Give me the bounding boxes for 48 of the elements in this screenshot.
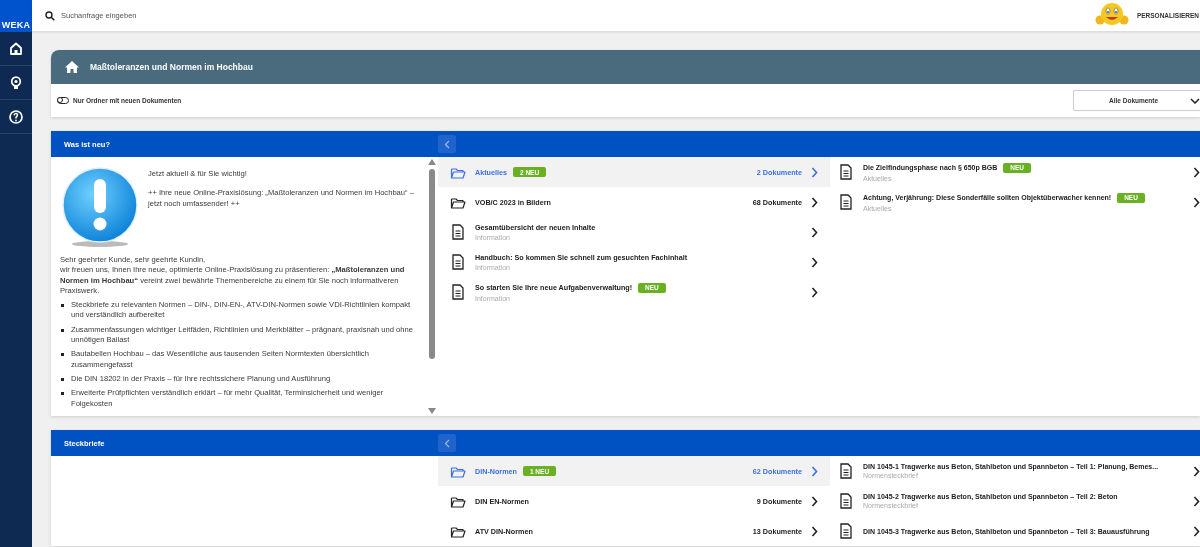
document-icon xyxy=(838,463,854,479)
chevron-right-icon xyxy=(811,495,818,507)
lightbulb-icon xyxy=(8,74,24,91)
chevron-right-icon xyxy=(811,525,818,537)
folder-icon xyxy=(450,464,466,478)
document-icon xyxy=(450,284,466,300)
document-icon xyxy=(450,224,466,240)
bullet-marker xyxy=(61,328,64,332)
scrollbar-thumb[interactable] xyxy=(429,169,435,359)
help-icon xyxy=(8,108,24,125)
home-icon xyxy=(64,60,80,74)
chevron-right-icon xyxy=(811,226,818,238)
folder-icon xyxy=(450,165,466,179)
document-icon xyxy=(838,194,854,210)
document-icon xyxy=(450,254,466,270)
folder-icon xyxy=(450,195,466,209)
exclamation-icon xyxy=(60,167,140,247)
chevron-right-icon xyxy=(811,286,818,298)
chevron-right-icon xyxy=(811,256,818,268)
chevron-left-icon xyxy=(444,139,450,149)
document-icon xyxy=(838,493,854,509)
scroll-down-icon xyxy=(428,408,436,414)
search-icon xyxy=(45,10,55,21)
bullet-marker xyxy=(61,392,64,396)
back-button[interactable] xyxy=(438,434,456,452)
folder-icon xyxy=(450,494,466,508)
document-icon xyxy=(838,523,854,539)
bullet-marker xyxy=(61,353,64,357)
chevron-down-icon xyxy=(1190,97,1200,104)
page-title: Maßtoleranzen und Normen im Hochbau xyxy=(90,62,253,72)
chevron-right-icon xyxy=(1193,166,1200,178)
toggle-switch[interactable] xyxy=(57,97,69,104)
chevron-right-icon xyxy=(811,196,818,208)
document-icon xyxy=(838,164,854,180)
chevron-right-icon xyxy=(1193,495,1200,507)
chevron-right-icon xyxy=(1193,525,1200,537)
bullet-marker xyxy=(61,377,64,381)
logo[interactable]: WEKA xyxy=(0,0,32,32)
back-button[interactable] xyxy=(438,135,456,153)
folder-icon xyxy=(450,524,466,538)
chevron-right-icon xyxy=(811,465,818,477)
chevron-right-icon xyxy=(811,166,818,178)
chevron-right-icon xyxy=(1193,196,1200,208)
bullet-marker xyxy=(61,304,64,308)
chevron-left-icon xyxy=(444,438,450,448)
home-icon xyxy=(8,40,24,57)
scroll-up-icon xyxy=(428,159,436,165)
chevron-right-icon xyxy=(1193,465,1200,477)
